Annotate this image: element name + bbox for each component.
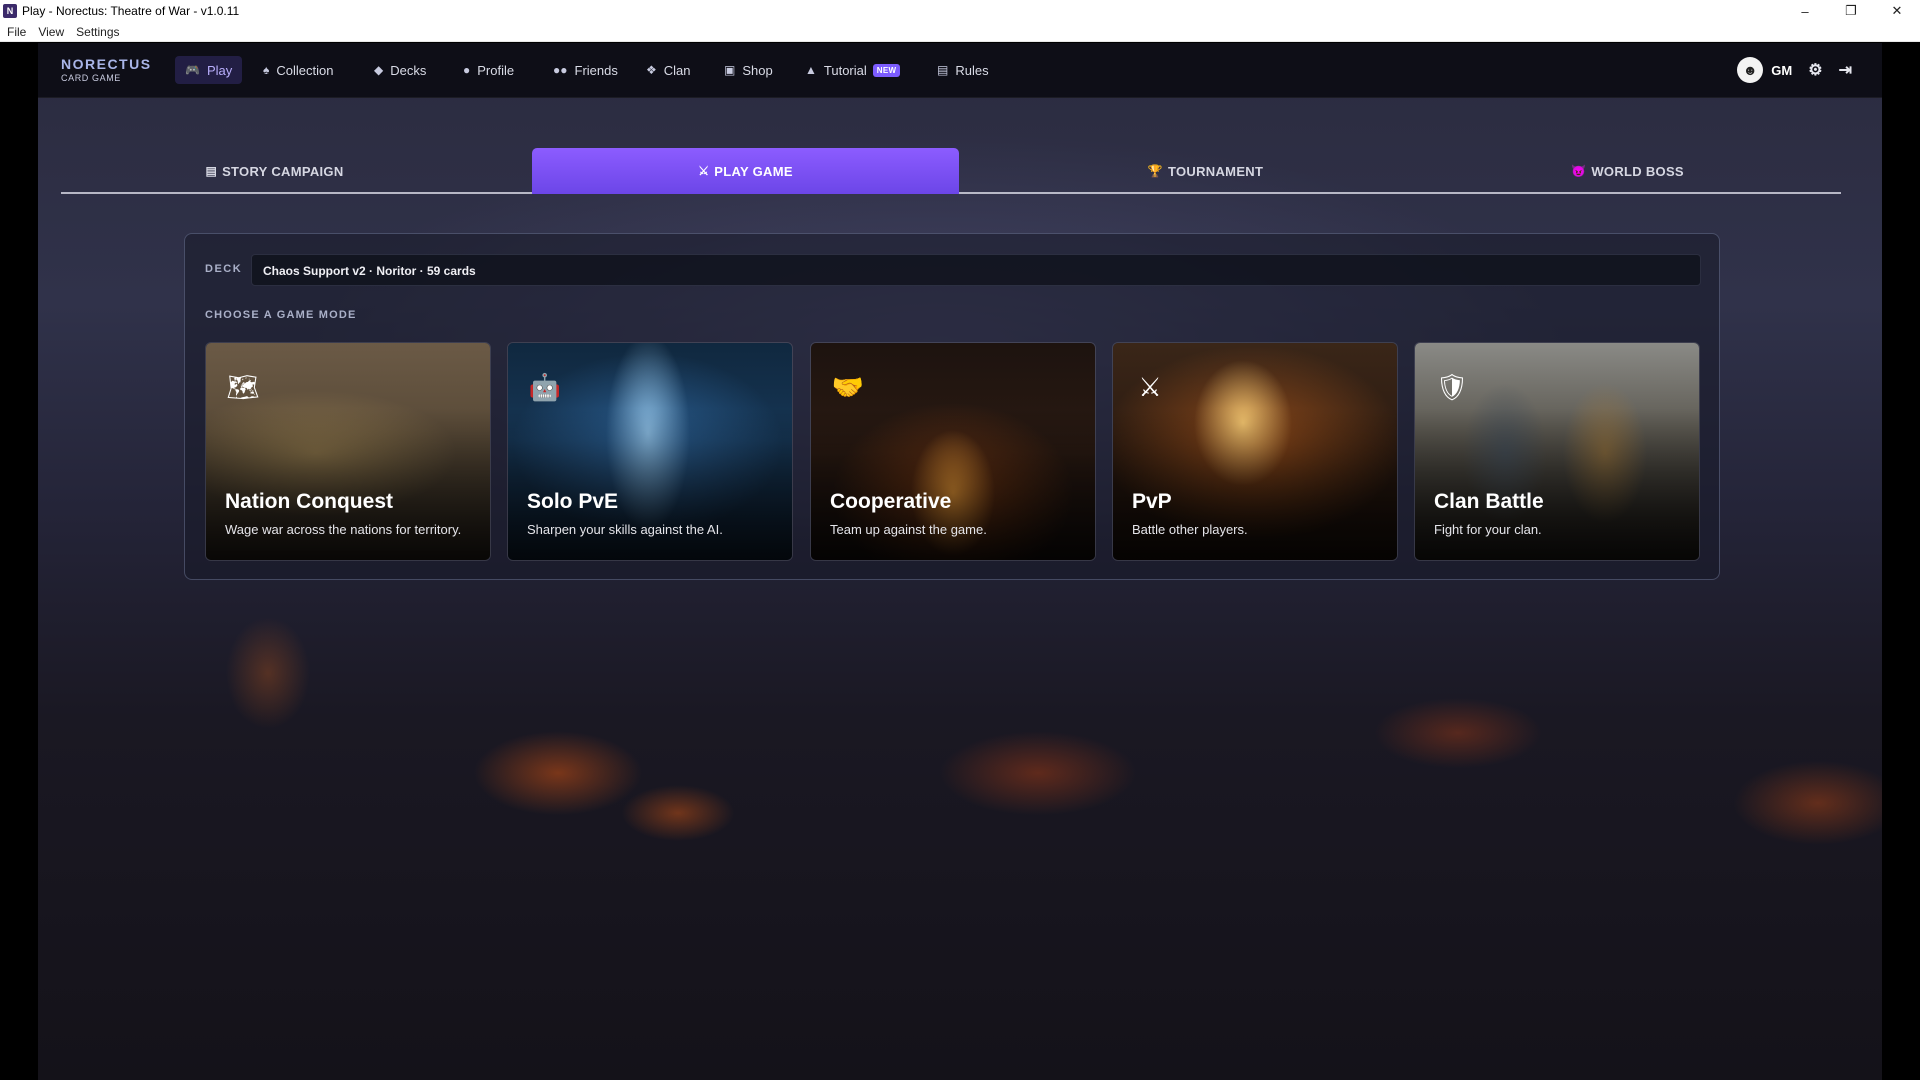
nav-collection[interactable]: ♠ Collection bbox=[253, 56, 343, 84]
cards-icon: ♠ bbox=[263, 63, 270, 77]
tab-label: TOURNAMENT bbox=[1168, 163, 1264, 179]
deck-row: DECK Chaos Support v2 · Noritor · 59 car… bbox=[205, 254, 1701, 286]
menu-view[interactable]: View bbox=[38, 25, 64, 39]
mode-card-pvp[interactable]: ⚔ PvP Battle other players. bbox=[1112, 342, 1398, 561]
nav-label: Collection bbox=[276, 62, 334, 78]
gamepad-icon: 🎮 bbox=[185, 63, 200, 77]
tab-label: PLAY GAME bbox=[714, 163, 793, 179]
nav-profile[interactable]: ● Profile bbox=[453, 56, 524, 84]
game-mode-cards: 🗺 Nation Conquest Wage war across the na… bbox=[205, 342, 1701, 561]
card-description: Wage war across the nations for territor… bbox=[225, 522, 462, 537]
deck-label: DECK bbox=[205, 263, 243, 275]
user-area: ☻ GM ⚙ ⇥ bbox=[1737, 56, 1852, 84]
avatar[interactable]: ☻ bbox=[1737, 57, 1764, 83]
close-button[interactable]: ✕ bbox=[1874, 0, 1920, 22]
menu-settings[interactable]: Settings bbox=[76, 25, 119, 39]
shield-icon: 🛡 bbox=[1435, 371, 1469, 402]
card-title: Nation Conquest bbox=[225, 490, 393, 513]
logout-icon[interactable]: ⇥ bbox=[1839, 60, 1852, 80]
user-initials[interactable]: GM bbox=[1771, 63, 1792, 78]
card-title: Cooperative bbox=[830, 490, 952, 513]
nav-rules[interactable]: ▤ Rules bbox=[927, 56, 999, 84]
window-titlebar: N Play - Norectus: Theatre of War - v1.0… bbox=[0, 0, 1920, 22]
card-description: Battle other players. bbox=[1132, 522, 1248, 537]
tab-story-campaign[interactable]: ▤ STORY CAMPAIGN bbox=[61, 148, 488, 194]
nav-label: Profile bbox=[477, 62, 515, 78]
card-title: Clan Battle bbox=[1434, 490, 1544, 513]
nav-label: Friends bbox=[574, 62, 618, 78]
brand-name: NORECTUS bbox=[61, 56, 152, 72]
map-icon: 🗺 bbox=[226, 371, 260, 402]
brand-logo[interactable]: NORECTUS CARD GAME bbox=[61, 56, 152, 83]
card-description: Fight for your clan. bbox=[1434, 522, 1542, 537]
menu-file[interactable]: File bbox=[7, 25, 26, 39]
handshake-icon: 🤝 bbox=[831, 371, 865, 402]
tab-play-game[interactable]: ⚔ PLAY GAME bbox=[532, 148, 959, 194]
nav-clan[interactable]: ❖ Clan bbox=[636, 56, 701, 84]
top-nav: NORECTUS CARD GAME 🎮 Play ♠ Collection ◆… bbox=[38, 43, 1882, 98]
menubar: File View Settings bbox=[0, 22, 1920, 42]
maximize-button[interactable]: ❐ bbox=[1828, 0, 1874, 22]
tab-label: STORY CAMPAIGN bbox=[222, 163, 344, 179]
new-badge: NEW bbox=[872, 63, 901, 77]
trophy-icon: 🏆 bbox=[1147, 164, 1164, 178]
tab-tournament[interactable]: 🏆 TOURNAMENT bbox=[992, 148, 1419, 194]
card-description: Sharpen your skills against the AI. bbox=[527, 522, 723, 537]
tab-world-boss[interactable]: 😈 WORLD BOSS bbox=[1414, 148, 1841, 194]
gear-icon[interactable]: ⚙ bbox=[1808, 60, 1822, 80]
card-description: Team up against the game. bbox=[830, 522, 987, 537]
app-root: NORECTUS CARD GAME 🎮 Play ♠ Collection ◆… bbox=[38, 43, 1882, 1080]
mode-card-cooperative[interactable]: 🤝 Cooperative Team up against the game. bbox=[810, 342, 1096, 561]
nav-shop[interactable]: ▣ Shop bbox=[714, 56, 783, 84]
friends-icon: ●● bbox=[553, 63, 568, 77]
nav-label: Clan bbox=[663, 62, 691, 78]
tab-label: WORLD BOSS bbox=[1591, 163, 1684, 179]
mode-card-nation-conquest[interactable]: 🗺 Nation Conquest Wage war across the na… bbox=[205, 342, 491, 561]
nav-friends[interactable]: ●● Friends bbox=[543, 56, 628, 84]
nav-label: Tutorial bbox=[823, 62, 867, 78]
card-title: PvP bbox=[1132, 490, 1172, 513]
robot-icon: 🤖 bbox=[528, 371, 562, 402]
nav-label: Rules bbox=[955, 62, 989, 78]
nav-play[interactable]: 🎮 Play bbox=[175, 56, 243, 84]
nav-label: Decks bbox=[390, 62, 427, 78]
crossed-swords-icon: ⚔ bbox=[698, 164, 710, 178]
nav-label: Shop bbox=[742, 62, 773, 78]
user-icon: ● bbox=[463, 63, 471, 77]
demon-icon: 😈 bbox=[1571, 164, 1587, 178]
book-icon: ▤ bbox=[937, 63, 949, 77]
nav-label: Play bbox=[206, 62, 233, 78]
window-controls: – ❐ ✕ bbox=[1782, 0, 1920, 22]
crossed-swords-icon: ⚔ bbox=[1138, 371, 1162, 402]
brand-sub: CARD GAME bbox=[61, 73, 121, 83]
app-icon: N bbox=[3, 4, 17, 18]
deck-select[interactable]: Chaos Support v2 · Noritor · 59 cards bbox=[251, 254, 1701, 286]
layers-icon: ◆ bbox=[374, 63, 384, 77]
mode-tabs: ▤ STORY CAMPAIGN ⚔ PLAY GAME 🏆 TOURNAMEN… bbox=[61, 148, 1841, 194]
play-panel: DECK Chaos Support v2 · Noritor · 59 car… bbox=[184, 233, 1720, 580]
graduation-cap-icon: ▲ bbox=[805, 63, 817, 77]
group-icon: ❖ bbox=[646, 63, 657, 77]
book-icon: ▤ bbox=[205, 164, 218, 178]
store-icon: ▣ bbox=[724, 63, 736, 77]
mode-card-solo-pve[interactable]: 🤖 Solo PvE Sharpen your skills against t… bbox=[507, 342, 793, 561]
minimize-button[interactable]: – bbox=[1782, 0, 1828, 22]
nav-decks[interactable]: ◆ Decks bbox=[364, 56, 436, 84]
nav-tutorial[interactable]: ▲ Tutorial NEW bbox=[795, 56, 910, 84]
mode-card-clan-battle[interactable]: 🛡 Clan Battle Fight for your clan. bbox=[1414, 342, 1700, 561]
card-title: Solo PvE bbox=[527, 490, 619, 513]
window-title: Play - Norectus: Theatre of War - v1.0.1… bbox=[22, 4, 240, 18]
choose-mode-label: CHOOSE A GAME MODE bbox=[205, 309, 357, 321]
